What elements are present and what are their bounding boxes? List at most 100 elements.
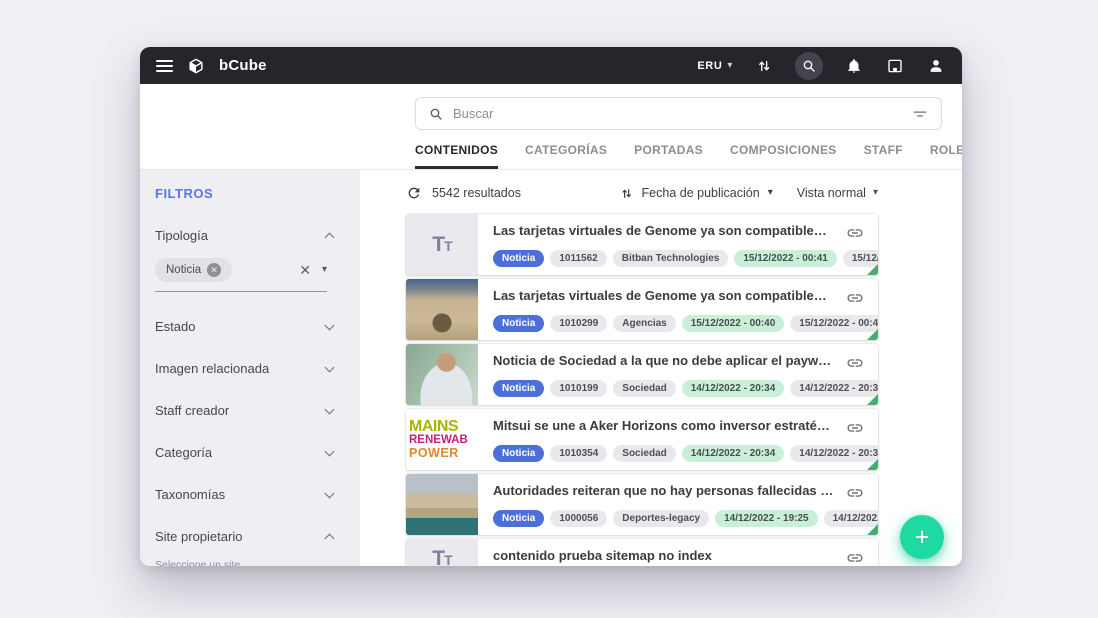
type-badge: Noticia xyxy=(493,445,544,462)
filter-list-icon[interactable] xyxy=(911,105,929,123)
filters-sidebar: FILTROS Tipología Noticia ✕ ✕ ▾ xyxy=(140,170,360,566)
notifications-bell-icon[interactable] xyxy=(844,56,864,76)
dock-panel-icon[interactable] xyxy=(885,56,905,76)
filter-section-categoria[interactable]: Categoría xyxy=(155,445,333,460)
clear-filter-icon[interactable]: ✕ xyxy=(299,263,311,277)
tab-composiciones[interactable]: COMPOSICIONES xyxy=(730,143,837,169)
site-selector-value: ERU xyxy=(697,60,722,72)
chevron-down-icon xyxy=(325,404,335,414)
top-app-bar: bCube ERU ▾ xyxy=(140,47,962,84)
modified-date-badge: 14/12/2022 - 20:34 xyxy=(790,445,878,462)
content-row[interactable]: TT contenido prueba sitemap no index xyxy=(406,539,878,566)
content-title: contenido prueba sitemap no index xyxy=(493,548,834,563)
published-date-badge: 14/12/2022 - 20:34 xyxy=(682,445,785,462)
link-icon[interactable] xyxy=(846,484,864,502)
published-corner-indicator xyxy=(867,459,878,470)
chip-remove-icon[interactable]: ✕ xyxy=(207,263,221,277)
content-id-badge: 1010299 xyxy=(550,315,607,332)
person-photo-thumbnail xyxy=(406,344,478,405)
published-corner-indicator xyxy=(867,524,878,535)
search-and-tabs-header: CONTENIDOS CATEGORÍAS PORTADAS COMPOSICI… xyxy=(140,84,962,170)
content-title: Autoridades reiteran que no hay personas… xyxy=(493,483,834,498)
published-corner-indicator xyxy=(867,329,878,340)
view-mode-dropdown[interactable]: Vista normal ▾ xyxy=(797,186,878,200)
search-input-icon xyxy=(428,106,444,122)
filter-section-staff-creador[interactable]: Staff creador xyxy=(155,403,333,418)
filter-section-site-propietario[interactable]: Site propietario xyxy=(155,529,333,544)
content-title: Mitsui se une a Aker Horizons como inver… xyxy=(493,418,834,433)
tab-contenidos[interactable]: CONTENIDOS xyxy=(415,143,498,169)
chevron-down-icon: ▾ xyxy=(768,188,773,198)
search-input[interactable] xyxy=(453,106,902,121)
content-row[interactable]: Noticia de Sociedad a la que no debe apl… xyxy=(406,344,878,405)
tab-categorias[interactable]: CATEGORÍAS xyxy=(525,143,607,169)
site-select-hint: Seleccione un site xyxy=(155,559,344,566)
refresh-icon[interactable] xyxy=(406,185,422,201)
results-header: 5542 resultados Fecha de publicación ▾ xyxy=(406,185,878,201)
category-badge: Sociedad xyxy=(613,445,675,462)
results-list: TT Las tarjetas virtuales de Genome ya s… xyxy=(406,214,878,566)
filter-section-tipologia[interactable]: Tipología xyxy=(155,228,333,243)
published-corner-indicator xyxy=(867,394,878,405)
link-icon[interactable] xyxy=(846,354,864,372)
chevron-up-icon xyxy=(325,233,335,243)
user-profile-icon[interactable] xyxy=(926,56,946,76)
sort-arrows-icon[interactable] xyxy=(754,56,774,76)
chevron-down-icon[interactable]: ▾ xyxy=(322,265,327,275)
bcube-app-window: bCube ERU ▾ xyxy=(140,47,962,566)
chevron-down-icon: ▾ xyxy=(727,61,733,71)
content-title: Las tarjetas virtuales de Genome ya son … xyxy=(493,223,834,238)
tab-portadas[interactable]: PORTADAS xyxy=(634,143,703,169)
tipologia-chip-noticia[interactable]: Noticia ✕ xyxy=(155,258,232,282)
content-row[interactable]: TT Las tarjetas virtuales de Genome ya s… xyxy=(406,214,878,275)
chevron-down-icon xyxy=(325,446,335,456)
tab-staff[interactable]: STAFF xyxy=(864,143,903,169)
category-badge: Sociedad xyxy=(613,380,675,397)
filter-section-imagen-relacionada[interactable]: Imagen relacionada xyxy=(155,361,333,376)
section-tabs: CONTENIDOS CATEGORÍAS PORTADAS COMPOSICI… xyxy=(415,143,940,169)
modified-date-badge: 14/12/2022 - 20:34 xyxy=(790,380,878,397)
search-bar xyxy=(415,97,942,130)
content-id-badge: 1010199 xyxy=(550,380,607,397)
tab-roles[interactable]: ROLES xyxy=(930,143,962,169)
cathedral-photo-thumbnail xyxy=(406,279,478,340)
link-icon[interactable] xyxy=(846,224,864,242)
content-id-badge: 1000056 xyxy=(550,510,607,527)
link-icon[interactable] xyxy=(846,549,864,566)
sort-by-dropdown[interactable]: Fecha de publicación ▾ xyxy=(619,186,773,201)
published-date-badge: 15/12/2022 - 00:41 xyxy=(734,250,837,267)
filters-title: FILTROS xyxy=(155,186,344,201)
results-panel: 5542 resultados Fecha de publicación ▾ xyxy=(360,170,962,566)
filter-section-estado[interactable]: Estado xyxy=(155,319,333,334)
brand-title: bCube xyxy=(219,57,267,74)
mainstream-logo-thumbnail: MAINS RENEWAB POWER xyxy=(406,409,478,470)
text-content-thumbnail: TT xyxy=(406,539,478,566)
search-icon[interactable] xyxy=(795,52,823,80)
type-badge: Noticia xyxy=(493,380,544,397)
chevron-up-icon xyxy=(325,534,335,544)
desktop-background: bCube ERU ▾ xyxy=(0,0,1098,618)
text-content-thumbnail: TT xyxy=(406,214,478,275)
link-icon[interactable] xyxy=(846,419,864,437)
content-row[interactable]: MAINS RENEWAB POWER Mitsui se une a Aker… xyxy=(406,409,878,470)
published-date-badge: 14/12/2022 - 20:34 xyxy=(682,380,785,397)
published-corner-indicator xyxy=(867,264,878,275)
content-title: Noticia de Sociedad a la que no debe apl… xyxy=(493,353,834,368)
site-selector-dropdown[interactable]: ERU ▾ xyxy=(697,60,733,72)
category-badge: Agencias xyxy=(613,315,675,332)
chevron-down-icon xyxy=(325,320,335,330)
published-date-badge: 15/12/2022 - 00:40 xyxy=(682,315,785,332)
view-mode-value: Vista normal xyxy=(797,186,866,200)
content-row[interactable]: Autoridades reiteran que no hay personas… xyxy=(406,474,878,535)
menu-icon[interactable] xyxy=(156,60,173,72)
content-row[interactable]: Las tarjetas virtuales de Genome ya son … xyxy=(406,279,878,340)
content-id-badge: 1011562 xyxy=(550,250,606,267)
link-icon[interactable] xyxy=(846,289,864,307)
sort-by-value: Fecha de publicación xyxy=(642,186,760,200)
add-content-fab[interactable]: + xyxy=(900,515,944,559)
type-badge: Noticia xyxy=(493,250,544,267)
tipologia-select-field[interactable]: Noticia ✕ ✕ ▾ xyxy=(155,258,327,292)
filter-section-taxonomias[interactable]: Taxonomías xyxy=(155,487,333,502)
content-title: Las tarjetas virtuales de Genome ya son … xyxy=(493,288,834,303)
chevron-down-icon: ▾ xyxy=(873,188,878,198)
